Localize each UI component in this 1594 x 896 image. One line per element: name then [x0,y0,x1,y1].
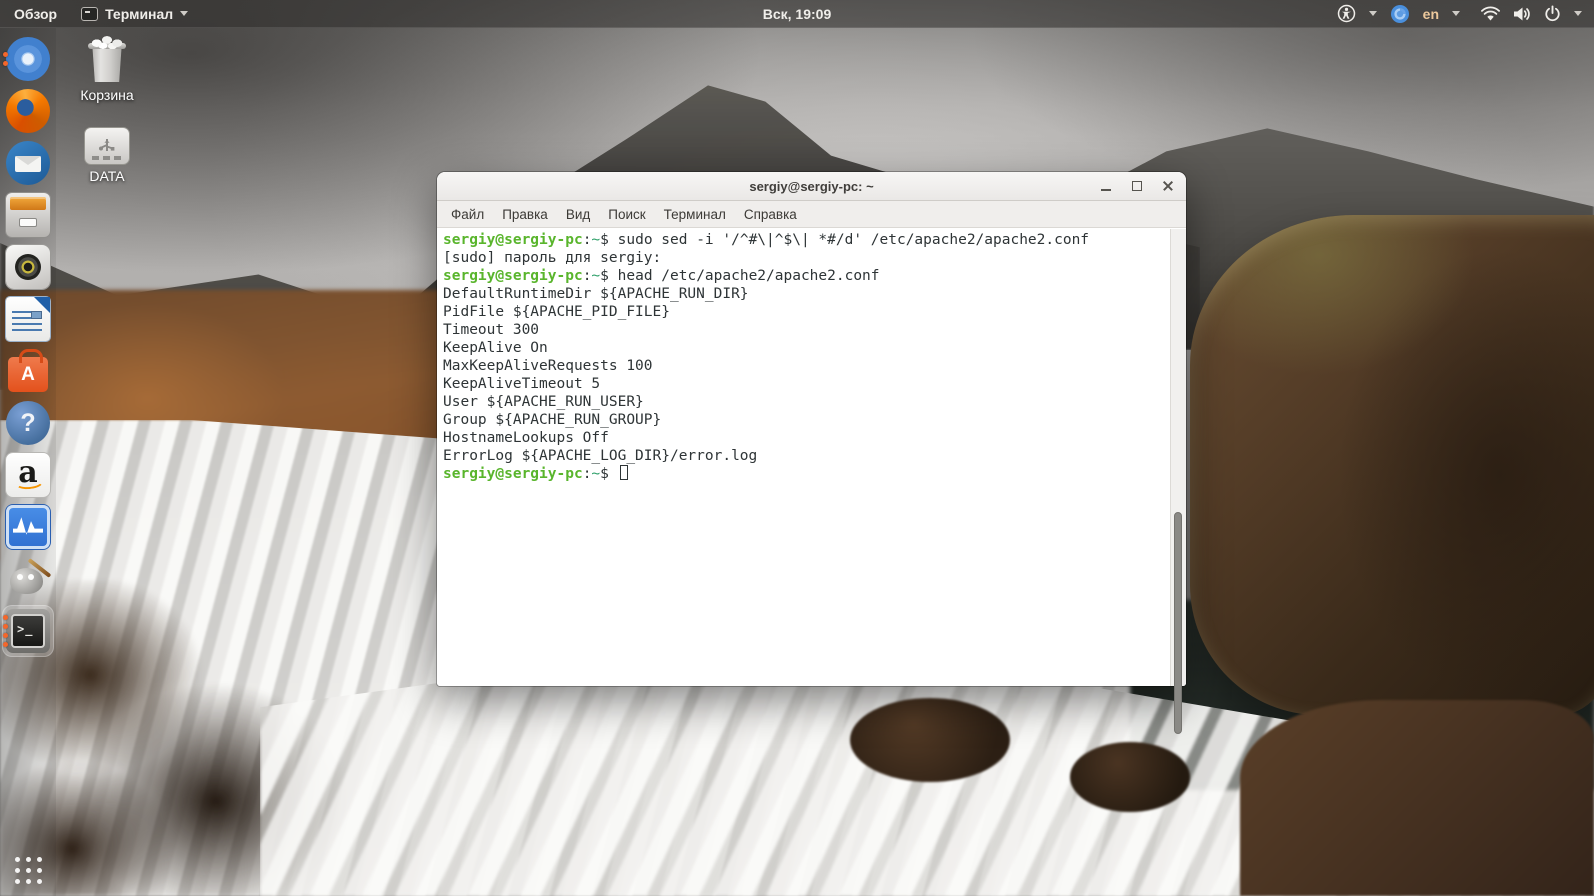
top-bar: Обзор Терминал Вск, 19:09 en [0,0,1594,28]
terminal-output-line: ErrorLog ${APACHE_LOG_DIR}/error.log [443,448,758,464]
dock-item-chromium[interactable] [2,33,54,85]
firefox-icon [6,89,50,133]
minimize-icon [1100,189,1111,191]
minimize-button[interactable] [1094,175,1117,198]
menu-item-5[interactable]: Справка [735,207,806,222]
chevron-down-icon [1452,11,1460,16]
dock-item-writer[interactable] [2,293,54,345]
terminal-output-line: PidFile ${APACHE_PID_FILE} [443,304,670,320]
running-indicator [3,615,8,647]
chevron-down-icon [180,11,189,16]
chromium-indicator[interactable] [1390,4,1410,24]
wallpaper-midstream-rock [850,698,1010,782]
writer-icon [6,297,50,341]
software-icon [8,349,48,392]
chromium-icon [1390,4,1409,23]
scrollbar-thumb[interactable] [1174,512,1182,734]
help-icon [6,401,50,445]
terminal-cursor [619,465,628,480]
dock-item-terminal[interactable] [2,605,54,657]
dock [0,28,56,896]
app-menu-button[interactable]: Терминал [81,5,189,22]
data-drive-label: DATA [89,168,125,184]
chevron-down-icon [1574,11,1582,16]
wifi-indicator[interactable] [1481,6,1500,22]
dock-item-gimp[interactable] [2,553,54,605]
menu-item-0[interactable]: Файл [442,207,493,222]
usb-drive-icon [84,127,130,165]
files-icon [6,193,50,237]
clock[interactable]: Вск, 19:09 [763,6,832,22]
dock-item-files[interactable] [2,189,54,241]
dock-item-software[interactable] [2,345,54,397]
terminal-prompt-line: sergiy@sergiy-pc:~$ [443,465,1166,483]
dock-items [2,33,54,657]
terminal-output-line: KeepAliveTimeout 5 [443,376,601,392]
menu-item-3[interactable]: Поиск [599,207,654,222]
terminal-output-line: User ${APACHE_RUN_USER} [443,394,644,410]
terminal-app-icon [81,6,99,21]
wifi-icon [1481,6,1500,20]
terminal-output-line: DefaultRuntimeDir ${APACHE_RUN_DIR} [443,286,749,302]
dock-item-rhythmbox[interactable] [2,241,54,293]
dock-item-sysmon[interactable] [2,501,54,553]
terminal-prompt-line: sergiy@sergiy-pc:~$ head /etc/apache2/ap… [443,268,880,284]
menu-item-1[interactable]: Правка [493,207,557,222]
thunderbird-icon [6,141,50,185]
trash-label: Корзина [80,87,134,103]
dock-item-amazon[interactable] [2,447,54,501]
close-button[interactable] [1156,175,1179,198]
power-menu[interactable] [1544,5,1561,22]
show-applications-button[interactable] [14,857,42,884]
menu-item-2[interactable]: Вид [557,207,599,222]
close-icon [1162,180,1174,192]
power-icon [1545,5,1560,22]
menu-item-4[interactable]: Терминал [655,207,735,222]
wallpaper-boulder-right [1190,215,1594,715]
wallpaper-midstream-rock [1070,742,1190,812]
keyboard-layout-indicator[interactable]: en [1423,6,1439,22]
maximize-icon [1131,181,1142,191]
terminal-icon [6,609,50,653]
desktop-icon-data-drive[interactable]: DATA [67,122,147,184]
terminal-output-line: Group ${APACHE_RUN_GROUP} [443,412,662,428]
volume-icon [1514,7,1530,20]
chevron-down-icon [1368,11,1377,16]
sysmon-icon [6,505,50,549]
dock-item-thunderbird[interactable] [2,137,54,189]
activities-button[interactable]: Обзор [14,6,57,22]
running-indicator [3,52,8,66]
app-menu-label: Терминал [105,5,174,22]
terminal-prompt-line: sergiy@sergiy-pc:~$ sudo sed -i '/^#\|^$… [443,232,1090,248]
terminal-scrollbar[interactable] [1170,229,1186,734]
chromium-icon [6,37,50,81]
accessibility-menu[interactable] [1337,4,1356,23]
amazon-icon [6,447,50,497]
terminal-output[interactable]: sergiy@sergiy-pc:~$ sudo sed -i '/^#\|^$… [437,228,1186,686]
wallpaper-rock-bottom-right [1240,700,1594,896]
maximize-button[interactable] [1125,175,1148,198]
rhythmbox-icon [6,245,50,289]
terminal-output-line: KeepAlive On [443,340,548,356]
terminal-output-line: MaxKeepAliveRequests 100 [443,358,653,374]
terminal-output-line: Timeout 300 [443,322,540,338]
window-titlebar[interactable]: sergiy@sergiy-pc: ~ [437,172,1186,201]
accessibility-icon [1337,4,1355,23]
terminal-window: sergiy@sergiy-pc: ~ Файл Правка Вид Поиск Те… [437,172,1186,734]
gimp-icon [6,557,52,601]
volume-indicator[interactable] [1513,6,1531,22]
dock-item-firefox[interactable] [2,85,54,137]
trash-icon [84,36,130,84]
terminal-menubar: Файл Правка Вид Поиск Терминал Справка [437,201,1186,228]
window-title: sergiy@sergiy-pc: ~ [749,178,874,194]
terminal-output-line: HostnameLookups Off [443,430,609,446]
dock-item-help[interactable] [2,397,54,449]
terminal-output-line: [sudo] пароль для sergiy: [443,250,662,266]
desktop-icon-trash[interactable]: Корзина [67,36,147,103]
